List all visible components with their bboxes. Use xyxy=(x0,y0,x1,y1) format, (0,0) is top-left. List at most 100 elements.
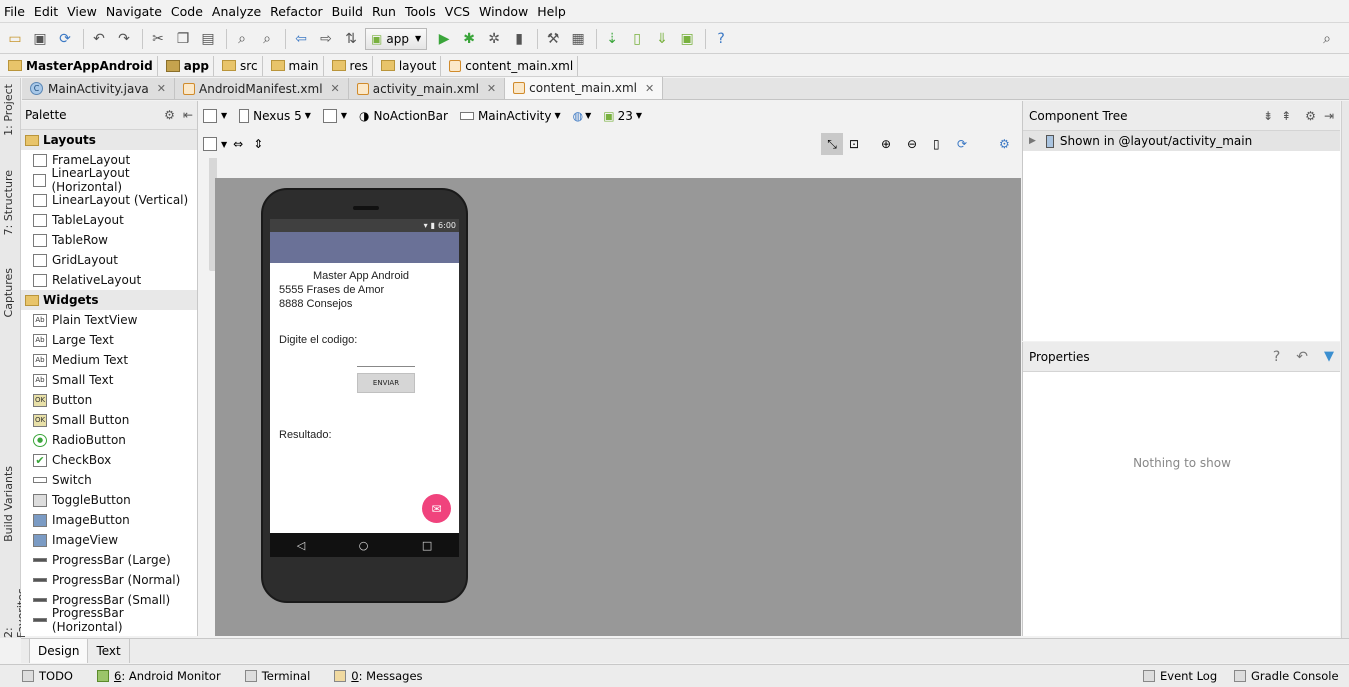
palette-item-checkbox[interactable]: ✔ CheckBox xyxy=(21,450,197,470)
menu-navigate[interactable]: Navigate xyxy=(106,4,167,19)
palette-item-linearlayout-horizontal[interactable]: LinearLayout (Horizontal) xyxy=(21,166,197,194)
menu-window[interactable]: Window xyxy=(479,4,533,19)
replace-icon[interactable]: ⌕ xyxy=(256,28,278,50)
api-level-dropdown[interactable]: ▣ 23 ▼ xyxy=(603,109,642,123)
tab-androidmanifest[interactable]: AndroidManifest.xml ✕ xyxy=(175,78,349,99)
menu-edit[interactable]: Edit xyxy=(34,4,63,19)
breadcrumb-main[interactable]: main xyxy=(267,55,324,76)
palette-item-gridlayout[interactable]: GridLayout xyxy=(21,250,197,270)
palette-item-togglebutton[interactable]: ToggleButton xyxy=(21,490,197,510)
tool-tab-structure[interactable]: 7: Structure xyxy=(2,170,15,235)
menu-file[interactable]: File xyxy=(4,4,30,19)
tool-tab-project[interactable]: 1: Project xyxy=(2,84,15,136)
breadcrumb-res[interactable]: res xyxy=(328,55,373,76)
palette-item-tablerow[interactable]: TableRow xyxy=(21,230,197,250)
help-icon[interactable]: ? xyxy=(710,28,732,50)
tool-todo[interactable]: TODO xyxy=(22,669,73,683)
orientation-dropdown[interactable]: ▼ xyxy=(322,108,347,123)
zoom-mode-dropdown[interactable]: ▼ xyxy=(203,137,227,151)
palette-item-switch[interactable]: Switch xyxy=(21,470,197,490)
gear-icon[interactable]: ⚙ xyxy=(999,137,1010,151)
palette-item-progressbar-large[interactable]: ProgressBar (Large) xyxy=(21,550,197,570)
palette-item-radiobutton[interactable]: ● RadioButton xyxy=(21,430,197,450)
close-icon[interactable]: ✕ xyxy=(487,82,496,95)
palette-item-medium-text[interactable]: Ab Medium Text xyxy=(21,350,197,370)
tab-activity-main[interactable]: activity_main.xml ✕ xyxy=(348,78,506,99)
close-icon[interactable]: ✕ xyxy=(331,82,340,95)
tool-tab-captures[interactable]: Captures xyxy=(2,268,15,317)
fill-width-icon[interactable]: ⇔ xyxy=(233,137,243,151)
find-icon[interactable]: ⌕ xyxy=(231,28,253,50)
design-surface-dropdown[interactable]: ▼ xyxy=(203,108,227,123)
avd-manager-icon[interactable]: ▯ xyxy=(626,28,648,50)
frases-text[interactable]: 5555 Frases de Amor xyxy=(279,284,384,296)
undo-icon[interactable]: ↶ xyxy=(88,28,110,50)
result-text[interactable]: Resultado: xyxy=(279,429,332,441)
palette-item-linearlayout-vertical[interactable]: LinearLayout (Vertical) xyxy=(21,190,197,210)
fill-height-icon[interactable]: ⇕ xyxy=(253,137,263,151)
palette-item-relativelayout[interactable]: RelativeLayout xyxy=(21,270,197,290)
open-folder-icon[interactable]: ▭ xyxy=(4,28,26,50)
debug-icon[interactable]: ✱ xyxy=(458,28,480,50)
fab-mail-button[interactable]: ✉ xyxy=(422,494,451,523)
copy-icon[interactable]: ❐ xyxy=(172,28,194,50)
forward-icon[interactable]: ⇨ xyxy=(315,28,337,50)
menu-refactor[interactable]: Refactor xyxy=(270,4,327,19)
palette-item-imagebutton[interactable]: ImageButton xyxy=(21,510,197,530)
palette-item-large-text[interactable]: Ab Large Text xyxy=(21,330,197,350)
back-icon[interactable]: ⇦ xyxy=(290,28,312,50)
filter-icon[interactable]: ▼ xyxy=(1324,349,1334,364)
menu-build[interactable]: Build xyxy=(332,4,368,19)
tool-tab-build-variants[interactable]: Build Variants xyxy=(2,466,15,542)
menu-run[interactable]: Run xyxy=(372,4,401,19)
device-dropdown[interactable]: Nexus 5 ▼ xyxy=(239,108,311,123)
tool-terminal[interactable]: Terminal xyxy=(244,669,310,683)
menu-code[interactable]: Code xyxy=(171,4,208,19)
menu-help[interactable]: Help xyxy=(537,4,571,19)
sync-gradle-icon[interactable]: ⇣ xyxy=(601,28,623,50)
prompt-text[interactable]: Digite el codigo: xyxy=(279,334,357,346)
gear-icon[interactable]: ⚙ xyxy=(1305,109,1316,123)
palette-item-progressbar-horizontal[interactable]: ProgressBar (Horizontal) xyxy=(21,606,197,634)
breadcrumb-layout[interactable]: layout xyxy=(377,55,442,76)
palette-item-small-text[interactable]: Ab Small Text xyxy=(21,370,197,390)
palette-group-widgets[interactable]: Widgets xyxy=(21,290,197,310)
coverage-icon[interactable]: ✲ xyxy=(483,28,505,50)
breadcrumb-file[interactable]: content_main.xml xyxy=(445,55,579,76)
close-icon[interactable]: ✕ xyxy=(157,82,166,95)
tool-gradle-console[interactable]: Gradle Console xyxy=(1234,669,1339,683)
project-structure-icon[interactable]: ⚒ xyxy=(542,28,564,50)
attach-debugger-icon[interactable]: ▮ xyxy=(508,28,530,50)
redo-icon[interactable]: ↷ xyxy=(113,28,135,50)
code-edit-text[interactable] xyxy=(357,366,415,367)
theme-dropdown[interactable]: ◑ NoActionBar xyxy=(359,109,448,123)
menu-tools[interactable]: Tools xyxy=(405,4,441,19)
locale-dropdown[interactable]: ◍ ▼ xyxy=(573,109,592,123)
tab-design[interactable]: Design xyxy=(29,639,89,663)
menu-view[interactable]: View xyxy=(67,4,102,19)
consejos-text[interactable]: 8888 Consejos xyxy=(279,298,352,310)
palette-item-progressbar-normal[interactable]: ProgressBar (Normal) xyxy=(21,570,197,590)
zoom-in-icon[interactable]: ⊕ xyxy=(881,137,891,151)
tool-messages[interactable]: 0: Messages xyxy=(334,669,423,683)
restore-default-icon[interactable]: ↶ xyxy=(1296,349,1308,365)
palette-group-layouts[interactable]: Layouts xyxy=(21,130,197,150)
menu-analyze[interactable]: Analyze xyxy=(212,4,266,19)
screenshot-icon[interactable]: ▯ xyxy=(933,137,940,151)
tab-text[interactable]: Text xyxy=(88,639,130,663)
search-everywhere-icon[interactable]: ⌕ xyxy=(1316,28,1338,50)
settings-icon[interactable]: ▦ xyxy=(567,28,589,50)
device-screen[interactable]: ▾ ▮ 6:00 Master App Android 5555 Frases … xyxy=(270,219,459,557)
title-text[interactable]: Master App Android xyxy=(313,270,409,282)
sync-icon[interactable]: ⟳ xyxy=(54,28,76,50)
tool-event-log[interactable]: Event Log xyxy=(1143,669,1217,683)
help-icon[interactable]: ? xyxy=(1273,349,1280,365)
paste-icon[interactable]: ▤ xyxy=(197,28,219,50)
zoom-100-icon[interactable]: ⊡ xyxy=(849,137,859,151)
close-icon[interactable]: ✕ xyxy=(645,82,654,95)
palette-item-imageview[interactable]: ImageView xyxy=(21,530,197,550)
breadcrumb-app[interactable]: app xyxy=(162,55,215,76)
palette-item-tablelayout[interactable]: TableLayout xyxy=(21,210,197,230)
menu-vcs[interactable]: VCS xyxy=(445,4,475,19)
palette-item-plain-textview[interactable]: Ab Plain TextView xyxy=(21,310,197,330)
